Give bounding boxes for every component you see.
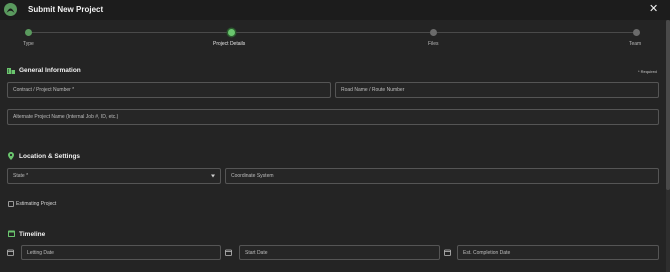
step-connector [437, 32, 633, 33]
state-select[interactable]: State * [7, 168, 221, 184]
letting-date-input[interactable]: Letting Date [21, 245, 221, 260]
coordinate-system-input[interactable]: Coordinate System [225, 168, 659, 184]
step-type-dot[interactable] [25, 29, 32, 36]
contract-number-input[interactable]: Contract / Project Number * [7, 82, 331, 98]
dialog-title: Submit New Project [28, 5, 104, 14]
step-connector [32, 32, 228, 33]
step-type-label[interactable]: Type [23, 41, 34, 47]
close-icon[interactable]: ✕ [649, 3, 658, 15]
app-logo-icon [4, 3, 17, 16]
start-date-input[interactable]: Start Date [239, 245, 440, 260]
calendar-icon[interactable] [225, 249, 232, 256]
step-project-details-label[interactable]: Project Details [213, 41, 245, 47]
calendar-icon[interactable] [7, 249, 14, 256]
step-files-dot[interactable] [430, 29, 437, 36]
timeline-heading: Timeline [19, 231, 46, 238]
estimating-project-label[interactable]: Estimating Project [16, 201, 56, 207]
dialog-header: Submit New Project ✕ [0, 0, 670, 20]
alternate-project-name-input[interactable]: Alternate Project Name (Internal Job #, … [7, 109, 659, 125]
building-icon [7, 68, 15, 74]
location-pin-icon [8, 152, 14, 160]
step-files-label[interactable]: Files [428, 41, 439, 47]
road-name-placeholder: Road Name / Route Number [341, 87, 405, 93]
start-date-placeholder: Start Date [245, 249, 268, 256]
alternate-project-name-placeholder: Alternate Project Name (Internal Job #, … [13, 114, 119, 120]
step-team-label[interactable]: Team [629, 41, 641, 47]
completion-date-input[interactable]: Est. Completion Date [457, 245, 659, 260]
completion-date-placeholder: Est. Completion Date [463, 249, 511, 256]
location-settings-heading: Location & Settings [19, 153, 81, 160]
letting-date-placeholder: Letting Date [27, 249, 54, 256]
chevron-down-icon [211, 174, 215, 178]
step-connector [235, 32, 430, 33]
calendar-icon[interactable] [444, 249, 451, 256]
calendar-icon [8, 230, 15, 237]
required-note: * Required [638, 69, 657, 74]
coordinate-system-placeholder: Coordinate System [231, 173, 274, 179]
step-project-details-dot[interactable] [228, 29, 235, 36]
state-placeholder: State * [13, 173, 29, 179]
estimating-project-checkbox[interactable] [8, 201, 14, 207]
general-info-heading: General Information [19, 67, 81, 74]
step-team-dot[interactable] [633, 29, 640, 36]
road-name-input[interactable]: Road Name / Route Number [335, 82, 659, 98]
scrollbar-thumb[interactable] [666, 20, 670, 190]
contract-number-placeholder: Contract / Project Number * [13, 87, 75, 93]
